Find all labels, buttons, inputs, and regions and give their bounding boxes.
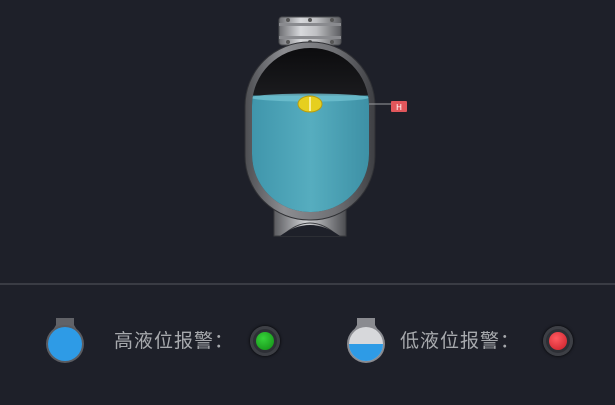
flask-high-level-icon xyxy=(46,318,84,363)
flask-low-level-icon xyxy=(347,318,385,363)
level-float-indicator xyxy=(297,95,323,113)
high-level-alarm-label: 高液位报警： xyxy=(114,330,235,352)
low-level-alarm-lamp xyxy=(543,326,573,356)
tank-panel: H xyxy=(0,0,615,283)
tank-graphic: H xyxy=(244,16,407,237)
low-level-alarm-label: 低液位报警： xyxy=(400,330,521,352)
level-marker-label: H xyxy=(396,103,402,112)
alarm-panel: 高液位报警： 低液位报警： xyxy=(0,285,615,405)
tank-flange xyxy=(278,16,342,46)
high-level-alarm-lamp xyxy=(250,326,280,356)
